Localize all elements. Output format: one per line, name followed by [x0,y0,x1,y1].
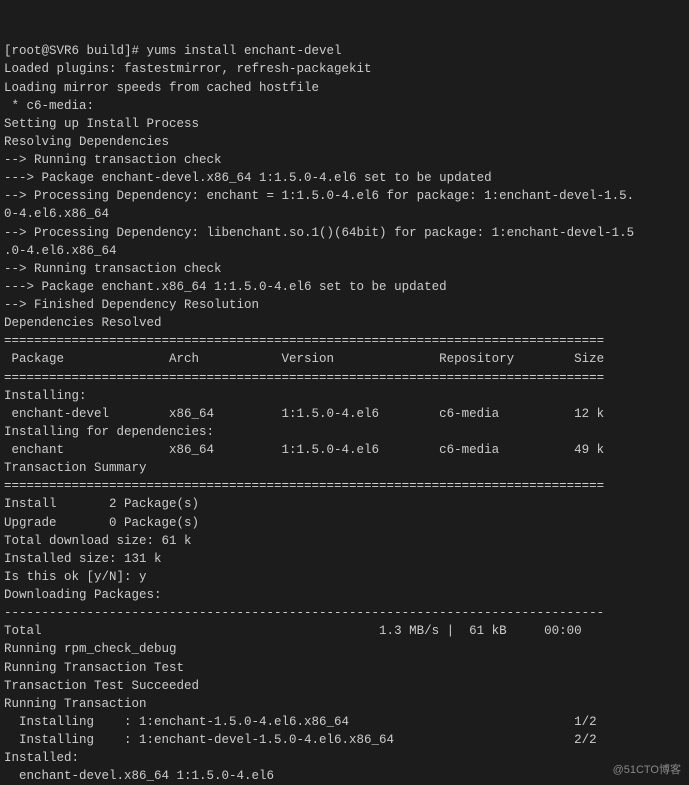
terminal-line: Loaded plugins: fastestmirror, refresh-p… [4,60,685,78]
terminal-line: Loading mirror speeds from cached hostfi… [4,79,685,97]
terminal-line: Setting up Install Process [4,115,685,133]
terminal-line: Installing: [4,387,685,405]
terminal-line: Transaction Test Succeeded [4,677,685,695]
terminal-line: enchant-devel.x86_64 1:1.5.0-4.el6 [4,767,685,785]
terminal-line: Upgrade 0 Package(s) [4,514,685,532]
terminal-line: 0-4.el6.x86_64 [4,205,685,223]
terminal-line: Is this ok [y/N]: y [4,568,685,586]
terminal-line: enchant-devel x86_64 1:1.5.0-4.el6 c6-me… [4,405,685,423]
terminal-line: --> Processing Dependency: libenchant.so… [4,224,685,242]
terminal-line: Total download size: 61 k [4,532,685,550]
terminal-line: Transaction Summary [4,459,685,477]
terminal-line: ---> Package enchant.x86_64 1:1.5.0-4.el… [4,278,685,296]
terminal-line: Running rpm_check_debug [4,640,685,658]
terminal-line: Running Transaction [4,695,685,713]
terminal-line: Installing : 1:enchant-devel-1.5.0-4.el6… [4,731,685,749]
terminal-line: Running Transaction Test [4,659,685,677]
terminal-line: Installed size: 131 k [4,550,685,568]
terminal-window: [root@SVR6 build]# yums install enchant-… [0,0,689,785]
terminal-line: Installing for dependencies: [4,423,685,441]
terminal-line: --> Finished Dependency Resolution [4,296,685,314]
terminal-line: ---> Package enchant-devel.x86_64 1:1.5.… [4,169,685,187]
terminal-line: ----------------------------------------… [4,604,685,622]
watermark: @51CTO博客 [613,761,681,777]
terminal-line: --> Running transaction check [4,260,685,278]
terminal-line: --> Running transaction check [4,151,685,169]
terminal-line: ========================================… [4,332,685,350]
terminal-line: Downloading Packages: [4,586,685,604]
terminal-line: Total 1.3 MB/s | 61 kB 00:00 [4,622,685,640]
terminal-line: Install 2 Package(s) [4,495,685,513]
terminal-line: .0-4.el6.x86_64 [4,242,685,260]
terminal-line: [root@SVR6 build]# yums install enchant-… [4,42,685,60]
terminal-line: ========================================… [4,477,685,495]
terminal-line: Installing : 1:enchant-1.5.0-4.el6.x86_6… [4,713,685,731]
terminal-line: --> Processing Dependency: enchant = 1:1… [4,187,685,205]
terminal-line: Dependencies Resolved [4,314,685,332]
terminal-line: Installed: [4,749,685,767]
terminal-line: Package Arch Version Repository Size [4,350,685,368]
terminal-line: ========================================… [4,369,685,387]
terminal-output: [root@SVR6 build]# yums install enchant-… [4,6,685,785]
terminal-line: enchant x86_64 1:1.5.0-4.el6 c6-media 49… [4,441,685,459]
terminal-line: * c6-media: [4,97,685,115]
terminal-line: Resolving Dependencies [4,133,685,151]
